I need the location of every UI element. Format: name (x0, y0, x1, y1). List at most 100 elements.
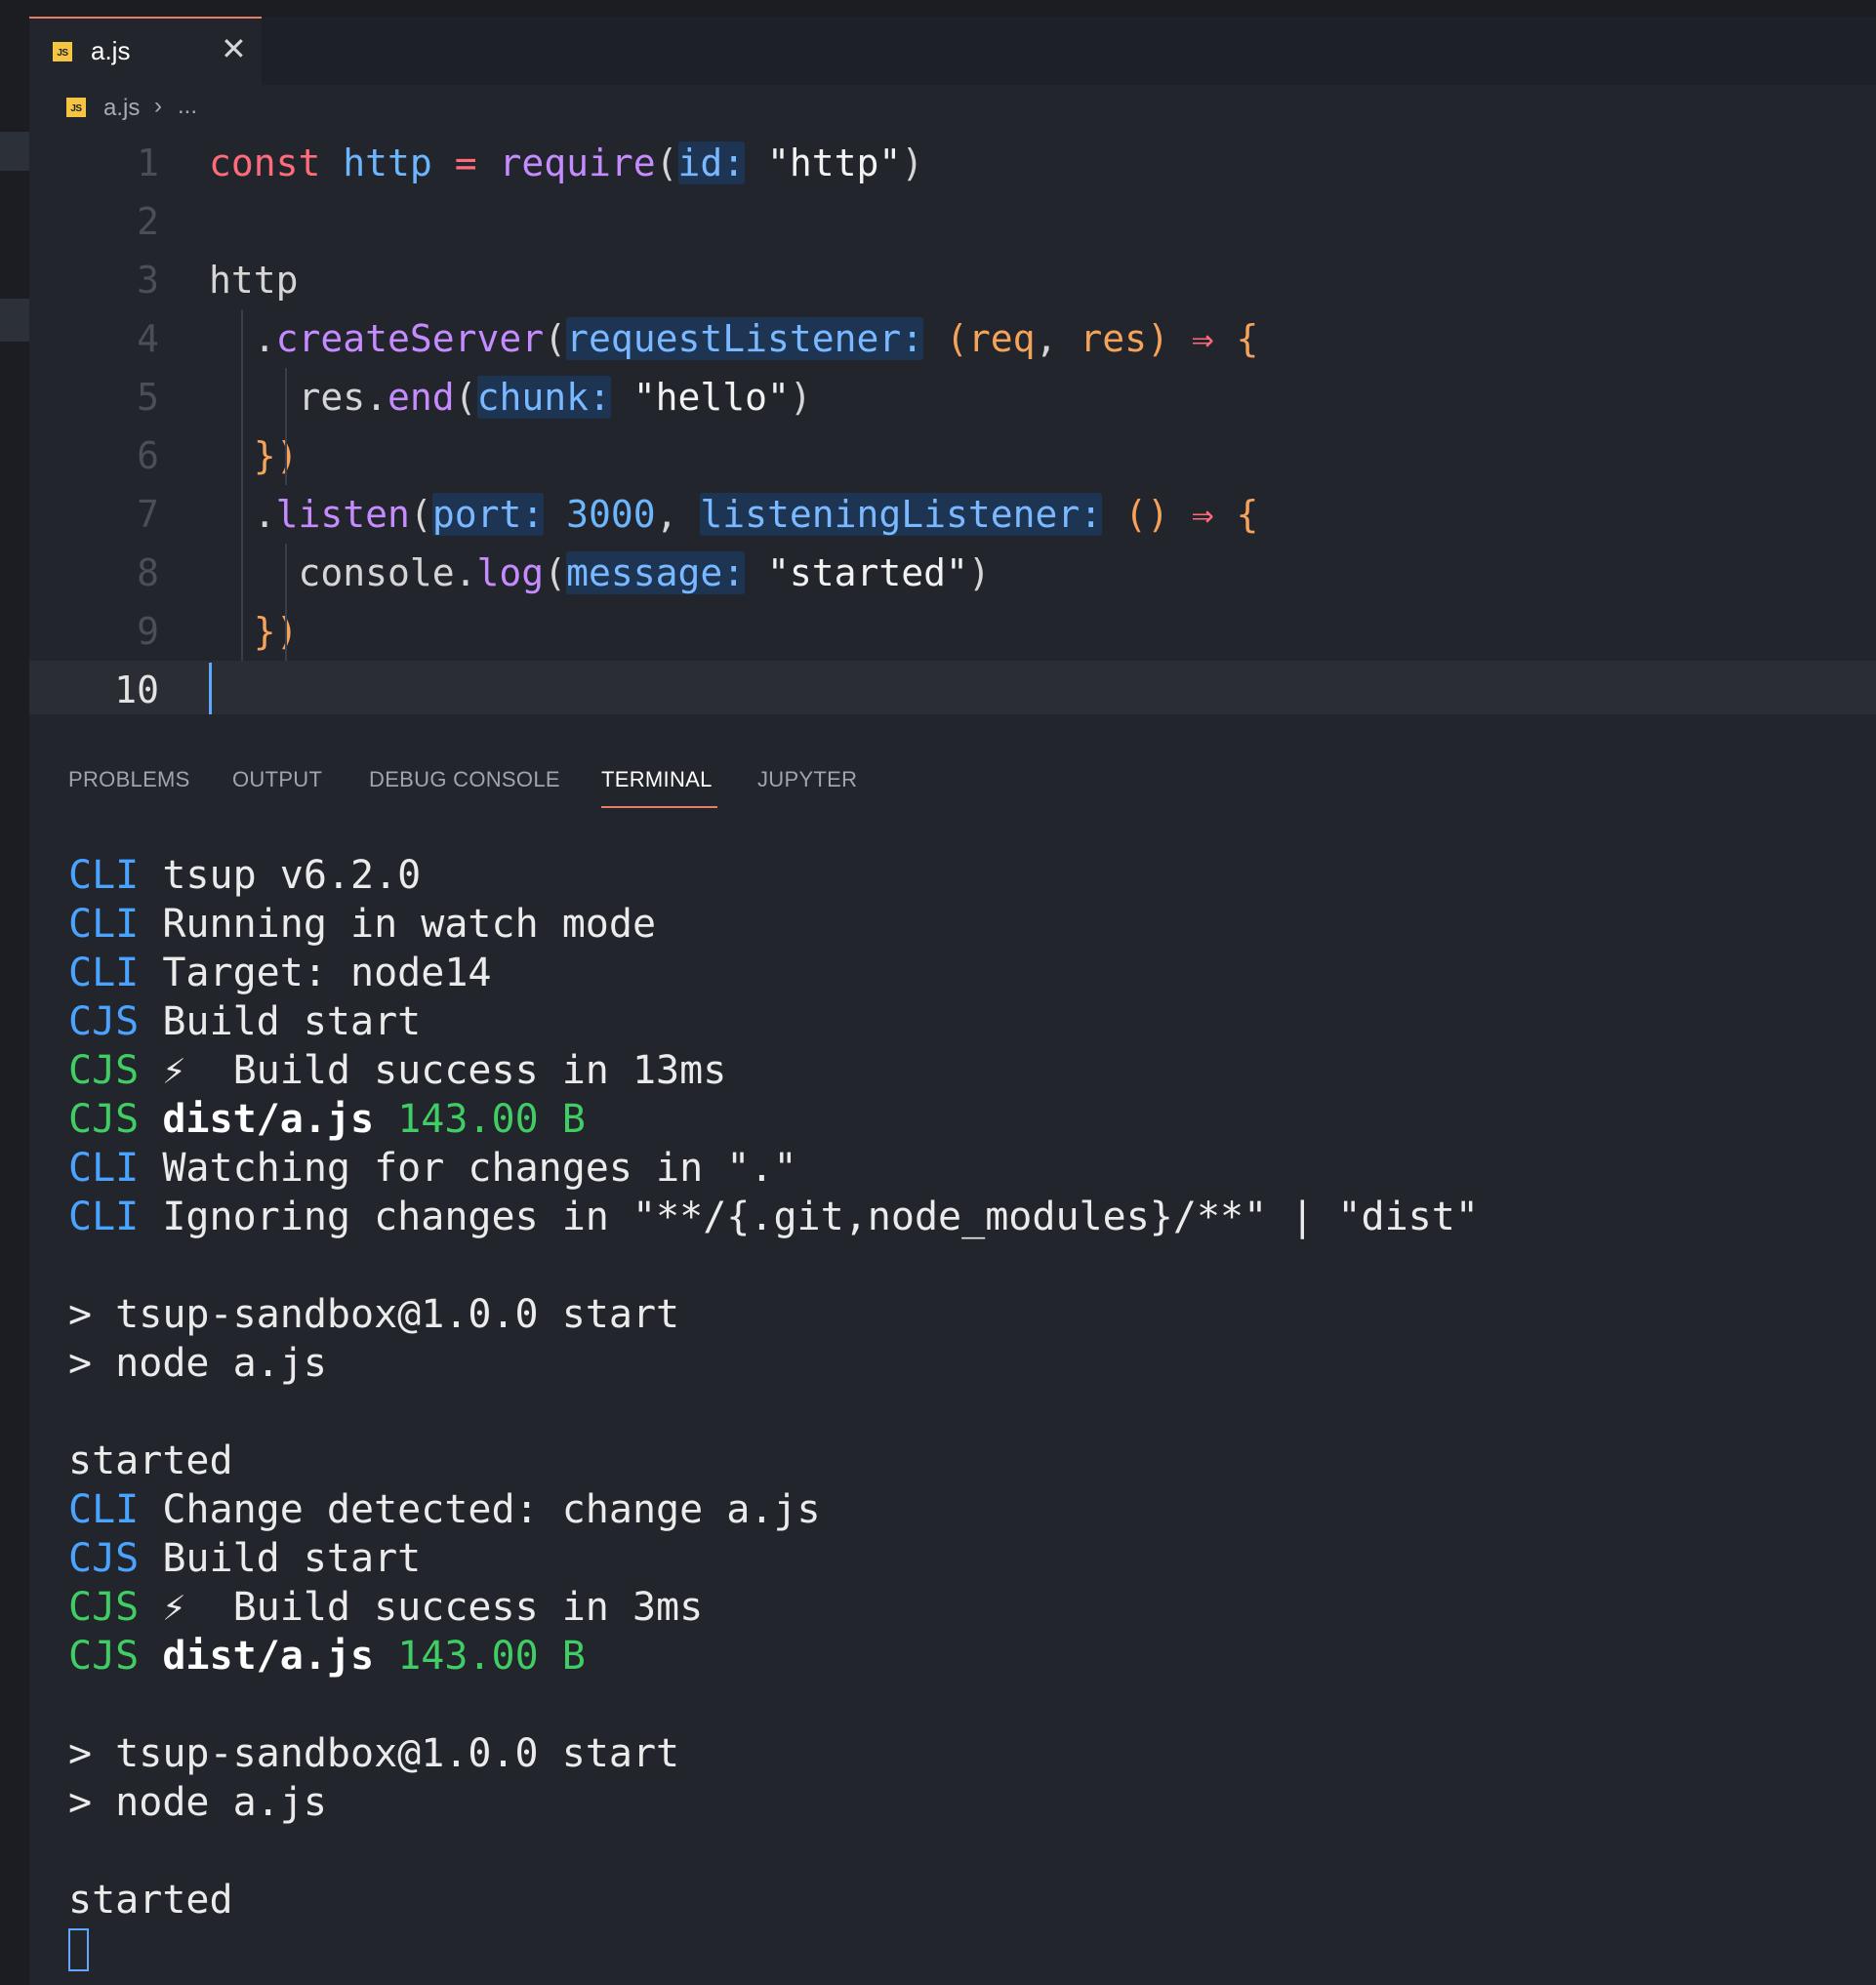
code-token: { (1236, 493, 1259, 536)
inlay-hint: id: (677, 142, 746, 184)
javascript-file-icon: JS (53, 42, 72, 61)
activity-bar (0, 0, 29, 1985)
code-text: .createServer(requestListener: (req, res… (209, 309, 1258, 368)
code-token: http (343, 142, 432, 184)
close-icon[interactable]: ✕ (221, 30, 247, 67)
terminal-text: 143.00 B (397, 1097, 586, 1142)
inlay-hint: port: (431, 493, 545, 536)
code-line[interactable]: 2 (29, 192, 1876, 251)
line-number: 5 (137, 376, 159, 419)
inlay-hint: chunk: (476, 376, 611, 419)
breadcrumb-file[interactable]: a.js (103, 95, 140, 122)
tab-output[interactable]: OUTPUT (232, 767, 322, 792)
panel-tab-label: OUTPUT (232, 767, 323, 791)
code-token: ( (544, 551, 567, 594)
activity-marker (0, 299, 29, 342)
terminal-line: CJS dist/a.js 143.00 B (68, 1632, 586, 1681)
panel-tab-label: TERMINAL (601, 767, 713, 791)
terminal-line: started (68, 1876, 233, 1924)
tab-jupyter[interactable]: JUPYTER (757, 767, 857, 792)
code-line[interactable]: 4 .createServer(requestListener: (req, r… (29, 309, 1876, 368)
terminal-line: CLI Ignoring changes in "**/{.git,node_m… (68, 1193, 1479, 1241)
terminal-text: > node a.js (68, 1780, 327, 1825)
code-token: ) (901, 142, 924, 184)
tab-a-js[interactable]: JS a.js ✕ (29, 17, 262, 85)
title-strip (29, 0, 1876, 17)
code-line[interactable]: 10 (29, 661, 1876, 719)
terminal-text: CLI (68, 1487, 140, 1532)
code-line[interactable]: 3 http (29, 251, 1876, 309)
code-editor[interactable]: 1 const http = require(id: "http") 2 3 http 4… (29, 134, 1876, 719)
code-token: "hello" (632, 376, 790, 419)
terminal-line: CJS ⚡ Build success in 3ms (68, 1583, 703, 1632)
panel-tab-label: DEBUG CONSOLE (369, 767, 560, 791)
indent-guide (285, 368, 287, 485)
panel-tab-label: JUPYTER (757, 767, 858, 791)
code-text: const http = require(id: "http") (209, 134, 923, 192)
code-line[interactable]: 7 .listen(port: 3000, listeningListener:… (29, 485, 1876, 544)
code-token: require (499, 142, 656, 184)
terminal-text: CLI (68, 951, 140, 995)
code-line[interactable]: 6 }) (29, 426, 1876, 485)
code-line[interactable]: 9 }) (29, 602, 1876, 661)
terminal-text: 143.00 B (397, 1634, 586, 1679)
chevron-right-icon: › (154, 93, 162, 119)
activity-marker (0, 132, 29, 171)
terminal-line: CLI Target: node14 (68, 949, 491, 997)
terminal-text: CJS (68, 1536, 140, 1581)
terminal-text: CLI (68, 902, 140, 947)
tab-terminal[interactable]: TERMINAL (601, 767, 717, 808)
terminal-text: Build start (139, 1536, 422, 1581)
line-number: 4 (137, 317, 159, 360)
code-token: , (655, 493, 701, 536)
code-token: listen (275, 493, 410, 536)
code-line[interactable]: 5 res.end(chunk: "hello") (29, 368, 1876, 426)
terminal-text: Ignoring changes in "**/{.git,node_modul… (139, 1195, 1479, 1239)
code-text: .listen(port: 3000, listeningListener: (… (209, 485, 1258, 544)
inlay-hint: listeningListener: (700, 493, 1103, 536)
terminal-panel[interactable]: CLI tsup v6.2.0 CLI Running in watch mode… (66, 851, 1876, 1985)
line-number: 7 (137, 493, 159, 536)
editor-bottom-spacer (29, 714, 1876, 744)
code-token: res. (209, 376, 388, 419)
terminal-text: CJS (68, 1048, 140, 1093)
terminal-text: CLI (68, 1195, 140, 1239)
terminal-text: CJS (68, 1585, 140, 1630)
code-line[interactable]: 8 console.log(message: "started") (29, 544, 1876, 602)
terminal-text: dist/a.js (162, 1634, 375, 1679)
terminal-line: CLI Watching for changes in "." (68, 1144, 797, 1193)
code-token: ) (1146, 317, 1169, 360)
line-number: 2 (137, 200, 159, 243)
code-token: const (209, 142, 321, 184)
panel-tab-bar: PROBLEMS OUTPUT DEBUG CONSOLE TERMINAL JUPYT… (29, 744, 1876, 851)
terminal-line: CJS Build start (68, 997, 421, 1046)
inlay-hint: requestListener: (566, 317, 924, 360)
breadcrumb-more[interactable]: ... (178, 93, 197, 120)
terminal-text: CLI (68, 1146, 140, 1191)
line-number: 9 (137, 610, 159, 653)
terminal-cursor (68, 1928, 89, 1971)
line-number: 6 (137, 434, 159, 477)
code-token: req (967, 317, 1036, 360)
terminal-text: Target: node14 (139, 951, 492, 995)
text-cursor (209, 663, 212, 717)
terminal-line: CJS Build start (68, 1534, 421, 1583)
line-number: 10 (114, 668, 159, 711)
terminal-line: CLI Running in watch mode (68, 900, 656, 949)
code-token: ) (789, 376, 812, 419)
code-line[interactable]: 1 const http = require(id: "http") (29, 134, 1876, 192)
editor-tab-bar: JS a.js ✕ (29, 17, 1876, 85)
line-number: 3 (137, 259, 159, 302)
tab-debug-console[interactable]: DEBUG CONSOLE (369, 767, 560, 792)
code-token: ( (655, 142, 678, 184)
tab-problems[interactable]: PROBLEMS (68, 767, 190, 792)
